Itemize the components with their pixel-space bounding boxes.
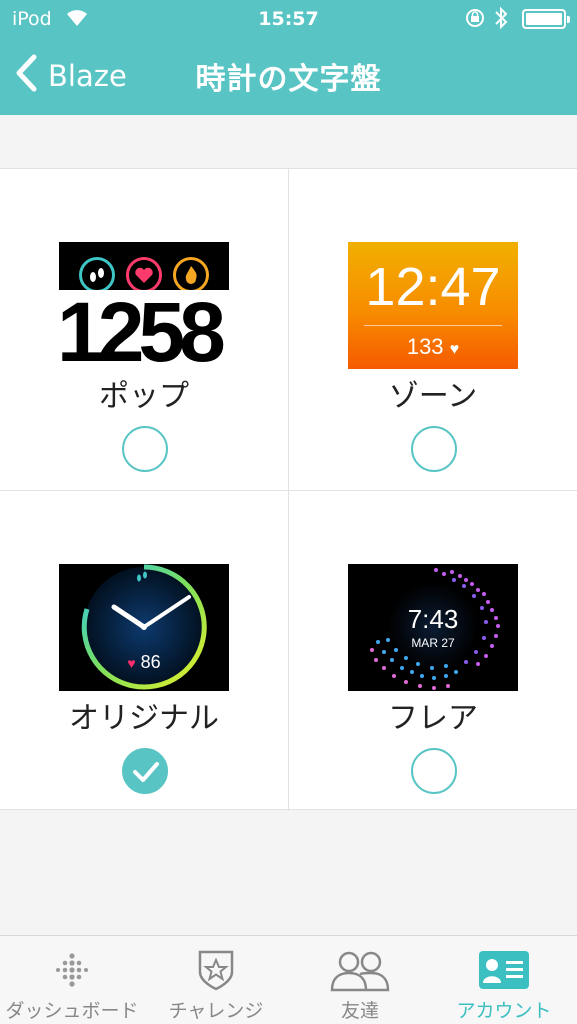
flare-face-preview: 7:43 MAR 27 bbox=[348, 564, 518, 691]
navigation-bar: Blaze 時計の文字盤 bbox=[0, 40, 577, 115]
zone-heart-rate: 133 ♥ bbox=[406, 334, 460, 359]
clock-face-name: ゾーン bbox=[388, 379, 478, 414]
radio-button-selected[interactable] bbox=[122, 748, 168, 794]
flare-date: MAR 27 bbox=[411, 636, 455, 650]
tab-dashboard[interactable]: ダッシュボード bbox=[0, 936, 144, 1024]
rotation-lock-icon bbox=[464, 7, 486, 34]
page-title: 時計の文字盤 bbox=[195, 62, 382, 97]
bluetooth-icon bbox=[494, 6, 508, 35]
tab-label: 友達 bbox=[340, 1000, 379, 1022]
radio-button[interactable] bbox=[122, 426, 168, 472]
clock-face-option-pop[interactable]: 1258 ポップ bbox=[0, 169, 288, 490]
header: iPod 15:57 Blaze 時計の文字盤 bbox=[0, 0, 577, 115]
clock-face-name: ポップ bbox=[99, 379, 189, 414]
original-heart-rate: ♥ 86 bbox=[127, 652, 161, 672]
checkmark-icon bbox=[133, 762, 159, 782]
clock-face-name: フレア bbox=[388, 701, 478, 736]
battery-icon bbox=[522, 9, 570, 29]
challenge-badge-icon bbox=[144, 948, 288, 992]
heart-icon: ♥ bbox=[127, 655, 136, 671]
tab-bar: ダッシュボード チャレンジ 友達 アカウント bbox=[0, 935, 577, 1024]
friends-icon bbox=[288, 948, 432, 992]
status-time: 15:57 bbox=[258, 8, 319, 30]
clock-face-option-flare[interactable]: 7:43 MAR 27 フレア bbox=[289, 491, 577, 812]
dashboard-dots-icon bbox=[0, 948, 144, 992]
tab-friends[interactable]: 友達 bbox=[288, 936, 432, 1024]
clock-face-option-original[interactable]: ♥ 86 オリジナル bbox=[0, 491, 288, 812]
flare-time: 7:43 bbox=[407, 604, 459, 634]
radio-button[interactable] bbox=[411, 426, 457, 472]
tab-label: アカウント bbox=[456, 1000, 552, 1022]
clock-face-grid: 1258 ポップ 12:47 133 ♥ ゾーン ♥ 86 オリジナル 7:43… bbox=[0, 168, 577, 812]
tab-challenges[interactable]: チャレンジ bbox=[144, 936, 288, 1024]
pop-step-count: 1258 bbox=[59, 290, 229, 369]
pop-face-preview: 1258 bbox=[59, 242, 229, 369]
divider bbox=[364, 325, 502, 326]
zone-time: 12:47 bbox=[365, 257, 501, 317]
status-bar: iPod 15:57 bbox=[0, 0, 577, 40]
radio-button[interactable] bbox=[411, 748, 457, 794]
tab-label: チャレンジ bbox=[168, 1000, 264, 1022]
heart-icon: ♥ bbox=[449, 341, 460, 358]
account-card-icon bbox=[432, 948, 576, 992]
clock-face-name: オリジナル bbox=[69, 701, 219, 736]
clock-face-option-zone[interactable]: 12:47 133 ♥ ゾーン bbox=[289, 169, 577, 490]
tab-account[interactable]: アカウント bbox=[432, 936, 576, 1024]
original-face-preview: ♥ 86 bbox=[59, 564, 229, 691]
tab-label: ダッシュボード bbox=[5, 1000, 139, 1022]
zone-face-preview: 12:47 133 ♥ bbox=[348, 242, 518, 369]
